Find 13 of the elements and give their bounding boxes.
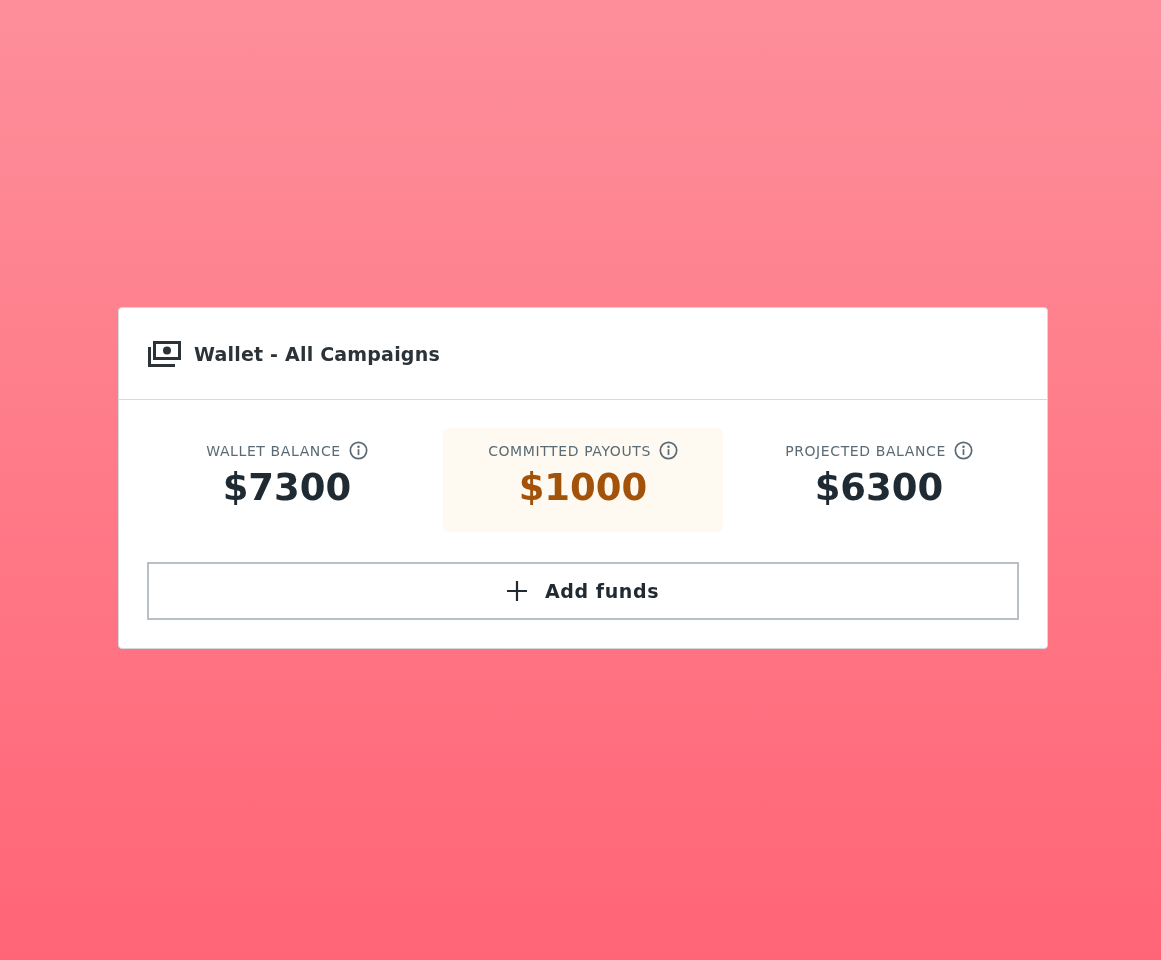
cash-icon	[148, 340, 181, 367]
info-icon[interactable]	[658, 441, 678, 460]
add-funds-button[interactable]: Add funds	[147, 562, 1019, 620]
card-title: Wallet - All Campaigns	[194, 342, 440, 365]
info-icon[interactable]	[348, 441, 368, 460]
info-icon[interactable]	[953, 441, 973, 460]
stat-value: $6300	[814, 466, 944, 511]
stat-label: COMMITTED PAYOUTS	[488, 442, 651, 459]
stat-label: WALLET BALANCE	[206, 442, 341, 459]
plus-icon	[506, 581, 527, 601]
stat-label: PROJECTED BALANCE	[785, 442, 946, 459]
stat-value: $7300	[222, 466, 352, 511]
stat-value: $1000	[518, 466, 648, 511]
